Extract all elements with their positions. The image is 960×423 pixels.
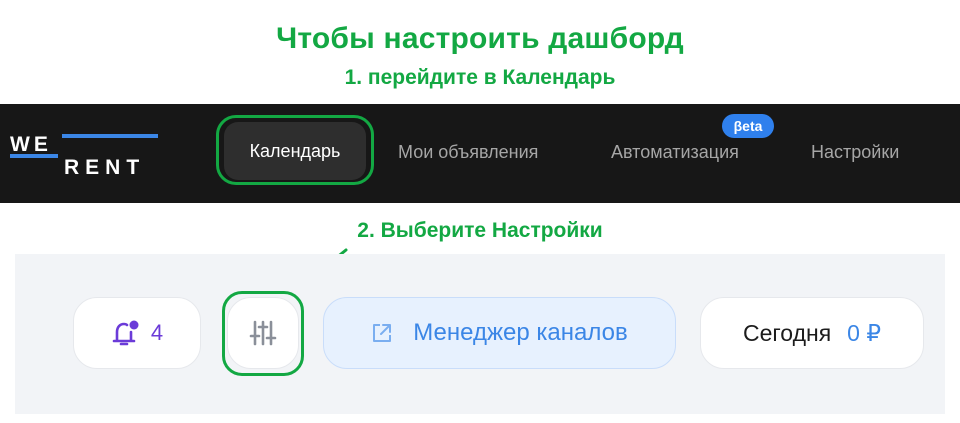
instruction-step-2: 2. Выберите Настройки bbox=[357, 219, 603, 242]
nav-tab-my-listings[interactable]: Мои объявления bbox=[398, 104, 538, 203]
tutorial-screen: Чтобы настроить дашборд 1. перейдите в К… bbox=[0, 0, 960, 423]
calendar-toolbar: 4 Менеджер каналов Сегодня 0 ₽ bbox=[15, 254, 945, 414]
channel-manager-button[interactable]: Менеджер каналов bbox=[323, 297, 676, 369]
beta-badge: βeta bbox=[722, 114, 774, 138]
today-button[interactable]: Сегодня 0 ₽ bbox=[700, 297, 924, 369]
channel-manager-label: Менеджер каналов bbox=[413, 319, 628, 346]
top-navbar: WE RENT Календарь Мои объявления Автомат… bbox=[0, 104, 960, 203]
instruction-title: Чтобы настроить дашборд bbox=[276, 22, 684, 55]
instruction-step-1: 1. перейдите в Календарь bbox=[344, 66, 616, 89]
settings-button-highlight bbox=[222, 291, 304, 376]
svg-text:RENT: RENT bbox=[64, 156, 145, 174]
werent-logo[interactable]: WE RENT bbox=[10, 134, 160, 174]
nav-tab-automation[interactable]: Автоматизация bbox=[611, 104, 739, 203]
external-link-icon bbox=[373, 324, 392, 342]
nav-tab-settings[interactable]: Настройки bbox=[811, 104, 899, 203]
notifications-button[interactable]: 4 bbox=[73, 297, 201, 369]
nav-tab-calendar[interactable]: Календарь bbox=[224, 122, 366, 180]
today-label: Сегодня bbox=[743, 319, 832, 346]
bell-icon bbox=[112, 320, 139, 346]
today-amount: 0 ₽ bbox=[847, 319, 881, 346]
notification-count: 4 bbox=[150, 320, 164, 345]
svg-text:WE: WE bbox=[10, 134, 52, 156]
